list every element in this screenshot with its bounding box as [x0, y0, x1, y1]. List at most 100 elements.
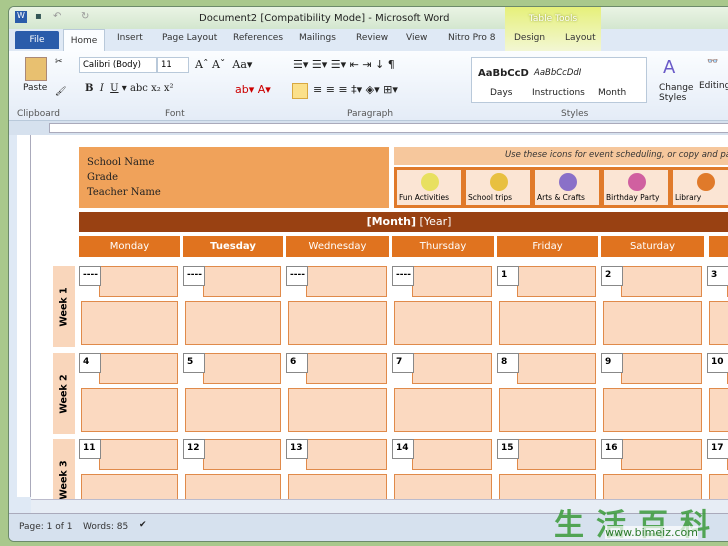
day-cell[interactable]: 4 [79, 353, 180, 433]
font-name-field[interactable]: Calibri (Body) [79, 57, 157, 73]
cell-body[interactable] [499, 388, 596, 432]
vertical-ruler[interactable] [17, 135, 31, 497]
day-cell[interactable]: 8 [497, 353, 598, 433]
tab-references[interactable]: References [233, 33, 283, 43]
cell-header[interactable] [203, 353, 281, 384]
cut-icon[interactable]: ✂ [55, 57, 63, 67]
paste-button[interactable]: Paste [23, 83, 47, 93]
word-count[interactable]: Words: 85 [83, 522, 128, 532]
proofing-icon[interactable]: ✔ [139, 520, 147, 530]
cell-body[interactable] [709, 388, 728, 432]
day-cell[interactable]: 16 [601, 439, 704, 499]
cell-body[interactable] [185, 301, 281, 345]
cell-header[interactable] [517, 266, 596, 297]
cell-body[interactable] [81, 301, 178, 345]
tab-design[interactable]: Design [514, 33, 545, 43]
change-styles-icon[interactable]: A [663, 57, 675, 78]
day-cell[interactable]: 3 [707, 266, 728, 346]
day-cell[interactable]: 12 [183, 439, 283, 499]
day-cell[interactable]: 1 [497, 266, 598, 346]
day-cell[interactable]: ---- [79, 266, 180, 346]
tab-layout[interactable]: Layout [565, 33, 596, 43]
event-icon-item[interactable]: Fun Activities [397, 170, 461, 205]
cell-body[interactable] [499, 301, 596, 345]
cell-body[interactable] [185, 474, 281, 499]
day-cell[interactable]: ---- [392, 266, 494, 346]
cell-header[interactable] [517, 439, 596, 470]
format-buttons[interactable]: B I U ▾ abc x₂ x² [85, 83, 174, 94]
day-cell[interactable]: 17 [707, 439, 728, 499]
cell-body[interactable] [603, 474, 702, 499]
cell-header[interactable] [306, 266, 387, 297]
tab-nitro[interactable]: Nitro Pro 8 [448, 33, 496, 43]
cell-header[interactable] [412, 439, 492, 470]
style-instructions[interactable]: Instructions [532, 88, 585, 98]
month-bar[interactable]: [Month] [Year] [79, 212, 728, 232]
undo-icon[interactable]: ↶ [53, 11, 65, 23]
school-info[interactable]: School Name Grade Teacher Name [79, 147, 389, 208]
cell-header[interactable] [203, 439, 281, 470]
save-icon[interactable]: ▪ [35, 11, 47, 23]
cell-header[interactable] [412, 266, 492, 297]
day-cell[interactable]: 10 [707, 353, 728, 433]
style-month[interactable]: Month [598, 88, 626, 98]
day-cell[interactable]: 7 [392, 353, 494, 433]
day-cell[interactable]: 14 [392, 439, 494, 499]
cell-body[interactable] [499, 474, 596, 499]
cell-header[interactable] [621, 439, 702, 470]
paste-icon[interactable] [25, 57, 47, 81]
cell-body[interactable] [394, 388, 492, 432]
cell-body[interactable] [603, 301, 702, 345]
page-count[interactable]: Page: 1 of 1 [19, 522, 73, 532]
event-icon-item[interactable]: Arts & Crafts [535, 170, 599, 205]
font-color-icon[interactable]: ab▾ A▾ [235, 83, 271, 96]
cell-header[interactable] [412, 353, 492, 384]
day-cell[interactable]: 9 [601, 353, 704, 433]
cell-header[interactable] [517, 353, 596, 384]
cell-body[interactable] [185, 388, 281, 432]
list-icons[interactable]: ☰▾ ☰▾ ☰▾ ⇤ ⇥ ↓ ¶ [293, 58, 395, 71]
document-area[interactable]: School Name Grade Teacher Name Use these… [31, 135, 728, 499]
event-icon-item[interactable]: Birthday Party [604, 170, 668, 205]
cell-body[interactable] [81, 388, 178, 432]
cell-header[interactable] [203, 266, 281, 297]
tab-review[interactable]: Review [356, 33, 388, 43]
cell-body[interactable] [288, 301, 387, 345]
cell-header[interactable] [99, 353, 178, 384]
cell-header[interactable] [621, 266, 702, 297]
redo-icon[interactable]: ↻ [81, 11, 93, 23]
change-styles-button[interactable]: Change Styles [659, 83, 695, 103]
tab-file[interactable]: File [15, 31, 59, 49]
cell-header[interactable] [621, 353, 702, 384]
day-cell[interactable]: 15 [497, 439, 598, 499]
event-icon-item[interactable]: School trips [466, 170, 530, 205]
cell-header[interactable] [99, 439, 178, 470]
day-cell[interactable]: ---- [286, 266, 389, 346]
day-cell[interactable]: 5 [183, 353, 283, 433]
style-days[interactable]: Days [490, 88, 512, 98]
cell-body[interactable] [81, 474, 178, 499]
find-icon[interactable]: 👓 [707, 57, 718, 67]
cell-body[interactable] [394, 474, 492, 499]
day-cell[interactable]: 11 [79, 439, 180, 499]
styles-gallery[interactable]: AaBbCcD AaBbCcDdI Days Instructions Mont… [471, 57, 647, 103]
cell-body[interactable] [394, 301, 492, 345]
editing-button[interactable]: Editing [699, 81, 728, 91]
tab-home[interactable]: Home [63, 29, 105, 51]
cell-body[interactable] [709, 474, 728, 499]
tab-page-layout[interactable]: Page Layout [162, 33, 217, 43]
tab-view[interactable]: View [406, 33, 427, 43]
grow-font-icon[interactable]: Aˆ Aˇ Aa▾ [195, 58, 252, 71]
cell-header[interactable] [99, 266, 178, 297]
cell-header[interactable] [306, 439, 387, 470]
format-painter-icon[interactable]: 🖌 [55, 87, 66, 97]
align-left-button[interactable] [292, 83, 308, 99]
day-cell[interactable]: 6 [286, 353, 389, 433]
cell-body[interactable] [709, 301, 728, 345]
tab-mailings[interactable]: Mailings [299, 33, 336, 43]
cell-body[interactable] [288, 388, 387, 432]
horizontal-ruler[interactable] [9, 121, 728, 135]
font-size-field[interactable]: 11 [157, 57, 189, 73]
day-cell[interactable]: 2 [601, 266, 704, 346]
event-icon-item[interactable]: Library [673, 170, 728, 205]
